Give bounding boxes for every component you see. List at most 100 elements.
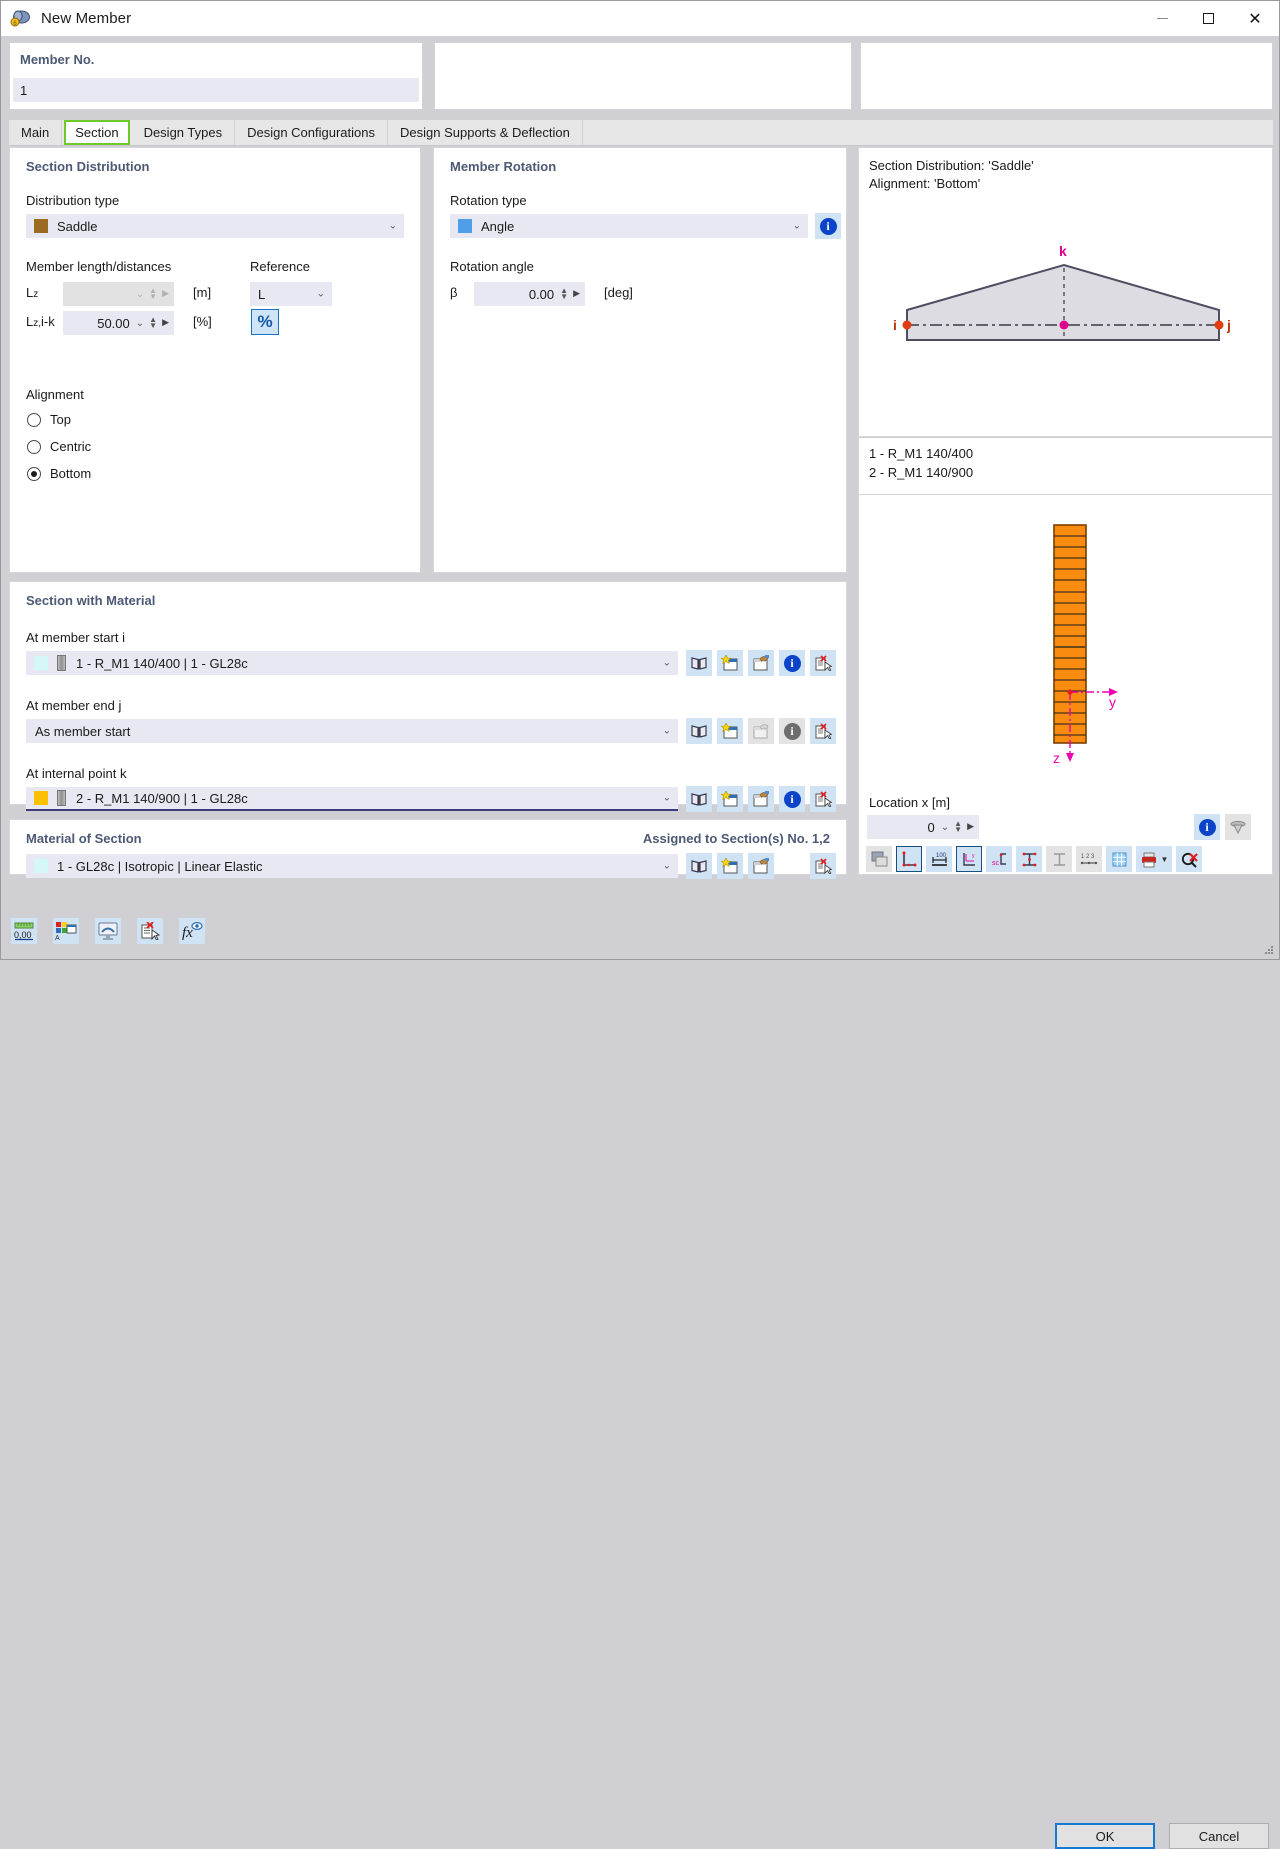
delete-button[interactable] bbox=[810, 786, 836, 812]
play-icon[interactable]: ▶ bbox=[162, 318, 169, 328]
member-icon: 6 bbox=[10, 8, 32, 30]
svg-text:0,00: 0,00 bbox=[14, 930, 32, 940]
info-button[interactable]: i bbox=[779, 650, 805, 676]
location-x-input[interactable]: 0 ⌄ ▲▼ ▶ bbox=[867, 815, 979, 839]
reference-combo[interactable]: L ⌄ bbox=[250, 282, 332, 306]
view-button[interactable] bbox=[95, 918, 121, 944]
radio-label: Bottom bbox=[50, 466, 91, 481]
edit-button[interactable] bbox=[748, 718, 774, 744]
stress-points-icon[interactable] bbox=[1016, 846, 1042, 872]
section-list-item-2: 2 - R_M1 140/900 bbox=[869, 465, 973, 480]
library-button[interactable] bbox=[686, 853, 712, 879]
cross-section-info-button[interactable]: i bbox=[1194, 814, 1220, 840]
spinner-arrows-icon[interactable]: ▲▼ bbox=[954, 821, 962, 833]
edit-button[interactable] bbox=[748, 853, 774, 879]
tab-design-types[interactable]: Design Types bbox=[132, 120, 236, 145]
filter-button[interactable] bbox=[1225, 814, 1251, 840]
tab-section[interactable]: Section bbox=[64, 120, 129, 145]
edit-button[interactable] bbox=[748, 786, 774, 812]
spinner-arrows-icon[interactable]: ▲▼ bbox=[560, 288, 568, 300]
member-length-label: Member length/distances bbox=[26, 259, 171, 274]
close-icon[interactable]: ✕ bbox=[1231, 1, 1279, 36]
delete-button[interactable] bbox=[810, 853, 836, 879]
info-button[interactable]: i bbox=[779, 718, 805, 744]
cancel-button[interactable]: Cancel bbox=[1169, 1823, 1269, 1849]
section-color-swatch bbox=[34, 656, 48, 670]
new-button[interactable] bbox=[717, 718, 743, 744]
member-no-input[interactable]: 1 bbox=[13, 78, 419, 102]
title-bar: 6 New Member ✕ bbox=[1, 1, 1279, 36]
play-icon[interactable]: ▶ bbox=[573, 289, 580, 299]
dimensions-icon[interactable]: 100 bbox=[926, 846, 952, 872]
member-start-combo[interactable]: 1 - R_M1 140/400 | 1 - GL28c ⌄ bbox=[26, 651, 678, 675]
library-button[interactable] bbox=[686, 650, 712, 676]
numbering-icon[interactable]: 1 2 3 bbox=[1076, 846, 1102, 872]
info-button[interactable]: i bbox=[779, 786, 805, 812]
units-button[interactable]: 0,00 bbox=[11, 918, 37, 944]
library-button[interactable] bbox=[686, 718, 712, 744]
delete-button[interactable] bbox=[810, 650, 836, 676]
radio-alignment-top[interactable]: Top bbox=[27, 412, 71, 427]
rotation-type-info-button[interactable]: i bbox=[815, 213, 841, 239]
internal-point-combo[interactable]: 2 - R_M1 140/900 | 1 - GL28c ⌄ bbox=[26, 787, 678, 811]
new-button[interactable] bbox=[717, 650, 743, 676]
view-icon bbox=[97, 921, 119, 941]
new-icon bbox=[721, 791, 739, 807]
radio-label: Top bbox=[50, 412, 71, 427]
rotation-type-label: Rotation type bbox=[450, 193, 527, 208]
member-end-combo[interactable]: As member start ⌄ bbox=[26, 719, 678, 743]
axes-icon[interactable]: y bbox=[956, 846, 982, 872]
info-icon: i bbox=[820, 218, 837, 235]
lzik-input[interactable]: 50.00 ⌄ ▲▼ ▶ bbox=[63, 311, 174, 335]
footer-toolbar: 0,00 A fx bbox=[11, 918, 205, 944]
lz-label: Lz bbox=[26, 285, 38, 300]
ok-button[interactable]: OK bbox=[1055, 1823, 1155, 1849]
header-row: Member No. 1 bbox=[9, 42, 1273, 114]
section-outline-icon[interactable] bbox=[896, 846, 922, 872]
lz-input[interactable]: ⌄ ▲▼ ▶ bbox=[63, 282, 174, 306]
beta-input[interactable]: 0.00 ▲▼ ▶ bbox=[474, 282, 585, 306]
distribution-type-combo[interactable]: Saddle ⌄ bbox=[26, 214, 404, 238]
rotation-type-combo[interactable]: Angle ⌄ bbox=[450, 214, 808, 238]
member-rotation-panel: Member Rotation Rotation type Angle ⌄ i … bbox=[433, 147, 847, 573]
tab-design-supports-deflection[interactable]: Design Supports & Deflection bbox=[388, 120, 583, 145]
distribution-type-label: Distribution type bbox=[26, 193, 119, 208]
distribution-type-swatch bbox=[34, 219, 48, 233]
centroid-icon[interactable] bbox=[1046, 846, 1072, 872]
cross-section-toolbar: 100 y sc 1 2 3 bbox=[866, 846, 1202, 872]
maximize-icon[interactable] bbox=[1185, 1, 1231, 36]
radio-alignment-centric[interactable]: Centric bbox=[27, 439, 91, 454]
grid-icon[interactable] bbox=[1106, 846, 1132, 872]
display-properties-button[interactable]: A bbox=[53, 918, 79, 944]
minimize-icon[interactable] bbox=[1139, 1, 1185, 36]
radio-alignment-bottom[interactable]: Bottom bbox=[27, 466, 91, 481]
svg-text:100: 100 bbox=[936, 853, 947, 859]
material-combo[interactable]: 1 - GL28c | Isotropic | Linear Elastic ⌄ bbox=[26, 854, 678, 878]
play-icon[interactable]: ▶ bbox=[967, 822, 974, 832]
cross-section-panel: y z Location x [m] 0 ⌄ ▲▼ ▶ i bbox=[858, 495, 1273, 875]
new-button[interactable] bbox=[717, 853, 743, 879]
new-button[interactable] bbox=[717, 786, 743, 812]
edit-button[interactable] bbox=[748, 650, 774, 676]
svg-text:i: i bbox=[893, 317, 897, 333]
material-buttons bbox=[686, 853, 836, 879]
delete-button[interactable] bbox=[810, 718, 836, 744]
shear-center-icon[interactable]: sc bbox=[986, 846, 1012, 872]
resize-grip[interactable] bbox=[1262, 943, 1274, 955]
play-icon[interactable]: ▶ bbox=[162, 289, 169, 299]
tab-design-configurations[interactable]: Design Configurations bbox=[235, 120, 388, 145]
zoom-reset-icon[interactable] bbox=[1176, 846, 1202, 872]
print-icon[interactable]: ▼ bbox=[1136, 846, 1172, 872]
spinner-arrows-icon[interactable]: ▲▼ bbox=[149, 288, 157, 300]
member-end-buttons: i bbox=[686, 718, 836, 744]
formula-button[interactable]: fx bbox=[179, 918, 205, 944]
window-title: New Member bbox=[41, 10, 131, 27]
tab-main[interactable]: Main bbox=[9, 120, 62, 145]
library-button[interactable] bbox=[686, 786, 712, 812]
delete-button[interactable] bbox=[137, 918, 163, 944]
delete-icon bbox=[814, 858, 832, 874]
spinner-arrows-icon[interactable]: ▲▼ bbox=[149, 317, 157, 329]
percent-toggle-button[interactable]: % bbox=[251, 309, 279, 335]
chevron-down-icon: ⌄ bbox=[389, 221, 397, 232]
screenshot-icon[interactable] bbox=[866, 846, 892, 872]
